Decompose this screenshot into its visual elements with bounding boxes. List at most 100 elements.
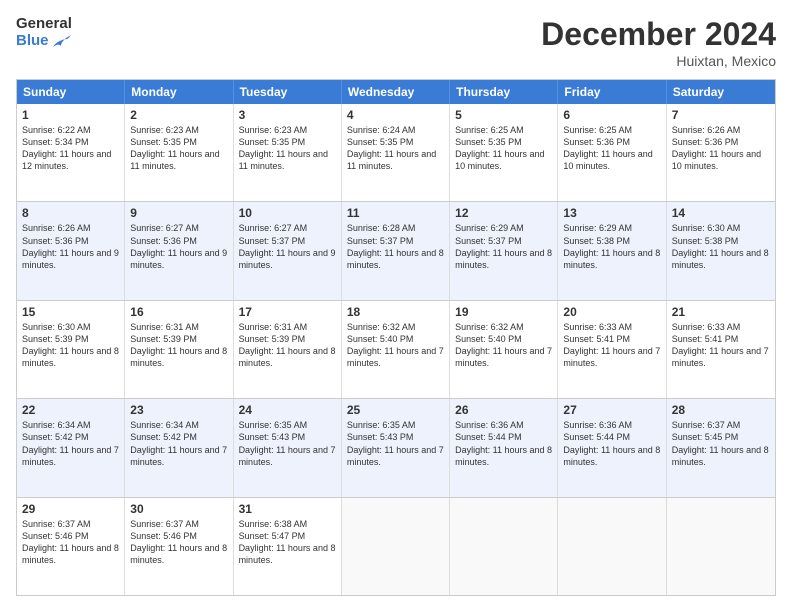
day-number: 7 xyxy=(672,108,770,122)
cell-content: Sunrise: 6:30 AM Sunset: 5:39 PM Dayligh… xyxy=(22,321,119,370)
day-2: 2 Sunrise: 6:23 AM Sunset: 5:35 PM Dayli… xyxy=(125,104,233,201)
cell-content: Sunrise: 6:38 AM Sunset: 5:47 PM Dayligh… xyxy=(239,518,336,567)
day-number: 22 xyxy=(22,403,119,417)
logo-blue: Blue xyxy=(16,33,49,50)
sunset: Sunset: 5:39 PM xyxy=(22,334,89,344)
day-number: 27 xyxy=(563,403,660,417)
sunrise: Sunrise: 6:25 AM xyxy=(563,125,632,135)
sunset: Sunset: 5:36 PM xyxy=(563,137,630,147)
page: General Blue December 2024 Huixtan, Mexi… xyxy=(0,0,792,612)
header-friday: Friday xyxy=(558,80,666,104)
header-thursday: Thursday xyxy=(450,80,558,104)
logo-general: General xyxy=(16,16,72,33)
day-number: 20 xyxy=(563,305,660,319)
sunset: Sunset: 5:46 PM xyxy=(22,531,89,541)
sunrise: Sunrise: 6:33 AM xyxy=(672,322,741,332)
sunrise: Sunrise: 6:24 AM xyxy=(347,125,416,135)
daylight: Daylight: 11 hours and 8 minutes. xyxy=(455,248,552,270)
daylight: Daylight: 11 hours and 7 minutes. xyxy=(672,346,769,368)
day-5: 5 Sunrise: 6:25 AM Sunset: 5:35 PM Dayli… xyxy=(450,104,558,201)
cell-content: Sunrise: 6:29 AM Sunset: 5:37 PM Dayligh… xyxy=(455,222,552,271)
day-number: 17 xyxy=(239,305,336,319)
daylight: Daylight: 11 hours and 12 minutes. xyxy=(22,149,111,171)
sunrise: Sunrise: 6:33 AM xyxy=(563,322,632,332)
sunrise: Sunrise: 6:32 AM xyxy=(455,322,524,332)
daylight: Daylight: 11 hours and 10 minutes. xyxy=(563,149,652,171)
day-number: 3 xyxy=(239,108,336,122)
sunrise: Sunrise: 6:23 AM xyxy=(130,125,199,135)
sunset: Sunset: 5:38 PM xyxy=(563,236,630,246)
daylight: Daylight: 11 hours and 8 minutes. xyxy=(239,543,336,565)
day-1: 1 Sunrise: 6:22 AM Sunset: 5:34 PM Dayli… xyxy=(17,104,125,201)
daylight: Daylight: 11 hours and 7 minutes. xyxy=(239,445,336,467)
daylight: Daylight: 11 hours and 7 minutes. xyxy=(455,346,552,368)
cell-content: Sunrise: 6:29 AM Sunset: 5:38 PM Dayligh… xyxy=(563,222,660,271)
sunset: Sunset: 5:46 PM xyxy=(130,531,197,541)
day-10: 10 Sunrise: 6:27 AM Sunset: 5:37 PM Dayl… xyxy=(234,202,342,299)
sunset: Sunset: 5:42 PM xyxy=(22,432,89,442)
day-number: 14 xyxy=(672,206,770,220)
day-number: 2 xyxy=(130,108,227,122)
sunrise: Sunrise: 6:22 AM xyxy=(22,125,91,135)
sunset: Sunset: 5:43 PM xyxy=(239,432,306,442)
daylight: Daylight: 11 hours and 8 minutes. xyxy=(563,248,660,270)
day-3: 3 Sunrise: 6:23 AM Sunset: 5:35 PM Dayli… xyxy=(234,104,342,201)
sunset: Sunset: 5:40 PM xyxy=(347,334,414,344)
cell-content: Sunrise: 6:30 AM Sunset: 5:38 PM Dayligh… xyxy=(672,222,770,271)
sunrise: Sunrise: 6:37 AM xyxy=(22,519,91,529)
header-tuesday: Tuesday xyxy=(234,80,342,104)
day-26: 26 Sunrise: 6:36 AM Sunset: 5:44 PM Dayl… xyxy=(450,399,558,496)
day-empty-4 xyxy=(667,498,775,595)
day-24: 24 Sunrise: 6:35 AM Sunset: 5:43 PM Dayl… xyxy=(234,399,342,496)
cell-content: Sunrise: 6:23 AM Sunset: 5:35 PM Dayligh… xyxy=(130,124,227,173)
sunrise: Sunrise: 6:38 AM xyxy=(239,519,308,529)
daylight: Daylight: 11 hours and 11 minutes. xyxy=(239,149,328,171)
daylight: Daylight: 11 hours and 11 minutes. xyxy=(347,149,436,171)
week-row-4: 22 Sunrise: 6:34 AM Sunset: 5:42 PM Dayl… xyxy=(17,399,775,497)
sunset: Sunset: 5:45 PM xyxy=(672,432,739,442)
cell-content: Sunrise: 6:33 AM Sunset: 5:41 PM Dayligh… xyxy=(672,321,770,370)
daylight: Daylight: 11 hours and 10 minutes. xyxy=(672,149,761,171)
day-21: 21 Sunrise: 6:33 AM Sunset: 5:41 PM Dayl… xyxy=(667,301,775,398)
location: Huixtan, Mexico xyxy=(541,53,776,69)
day-number: 5 xyxy=(455,108,552,122)
sunrise: Sunrise: 6:29 AM xyxy=(455,223,524,233)
day-11: 11 Sunrise: 6:28 AM Sunset: 5:37 PM Dayl… xyxy=(342,202,450,299)
sunrise: Sunrise: 6:37 AM xyxy=(130,519,199,529)
cell-content: Sunrise: 6:36 AM Sunset: 5:44 PM Dayligh… xyxy=(455,419,552,468)
sunset: Sunset: 5:35 PM xyxy=(455,137,522,147)
cell-content: Sunrise: 6:36 AM Sunset: 5:44 PM Dayligh… xyxy=(563,419,660,468)
daylight: Daylight: 11 hours and 8 minutes. xyxy=(347,248,444,270)
cell-content: Sunrise: 6:25 AM Sunset: 5:35 PM Dayligh… xyxy=(455,124,552,173)
cell-content: Sunrise: 6:34 AM Sunset: 5:42 PM Dayligh… xyxy=(22,419,119,468)
day-9: 9 Sunrise: 6:27 AM Sunset: 5:36 PM Dayli… xyxy=(125,202,233,299)
day-20: 20 Sunrise: 6:33 AM Sunset: 5:41 PM Dayl… xyxy=(558,301,666,398)
cell-content: Sunrise: 6:22 AM Sunset: 5:34 PM Dayligh… xyxy=(22,124,119,173)
cell-content: Sunrise: 6:31 AM Sunset: 5:39 PM Dayligh… xyxy=(130,321,227,370)
day-number: 29 xyxy=(22,502,119,516)
daylight: Daylight: 11 hours and 8 minutes. xyxy=(22,346,119,368)
day-25: 25 Sunrise: 6:35 AM Sunset: 5:43 PM Dayl… xyxy=(342,399,450,496)
day-number: 8 xyxy=(22,206,119,220)
sunrise: Sunrise: 6:36 AM xyxy=(455,420,524,430)
cell-content: Sunrise: 6:23 AM Sunset: 5:35 PM Dayligh… xyxy=(239,124,336,173)
daylight: Daylight: 11 hours and 7 minutes. xyxy=(130,445,227,467)
sunset: Sunset: 5:36 PM xyxy=(22,236,89,246)
day-27: 27 Sunrise: 6:36 AM Sunset: 5:44 PM Dayl… xyxy=(558,399,666,496)
calendar-body: 1 Sunrise: 6:22 AM Sunset: 5:34 PM Dayli… xyxy=(17,104,775,595)
sunset: Sunset: 5:38 PM xyxy=(672,236,739,246)
day-number: 16 xyxy=(130,305,227,319)
header-monday: Monday xyxy=(125,80,233,104)
daylight: Daylight: 11 hours and 11 minutes. xyxy=(130,149,219,171)
sunrise: Sunrise: 6:36 AM xyxy=(563,420,632,430)
sunrise: Sunrise: 6:34 AM xyxy=(130,420,199,430)
sunrise: Sunrise: 6:31 AM xyxy=(239,322,308,332)
logo-icon: General Blue xyxy=(16,16,72,51)
day-16: 16 Sunrise: 6:31 AM Sunset: 5:39 PM Dayl… xyxy=(125,301,233,398)
day-18: 18 Sunrise: 6:32 AM Sunset: 5:40 PM Dayl… xyxy=(342,301,450,398)
sunrise: Sunrise: 6:32 AM xyxy=(347,322,416,332)
day-number: 1 xyxy=(22,108,119,122)
sunset: Sunset: 5:35 PM xyxy=(347,137,414,147)
daylight: Daylight: 11 hours and 9 minutes. xyxy=(22,248,119,270)
header-wednesday: Wednesday xyxy=(342,80,450,104)
